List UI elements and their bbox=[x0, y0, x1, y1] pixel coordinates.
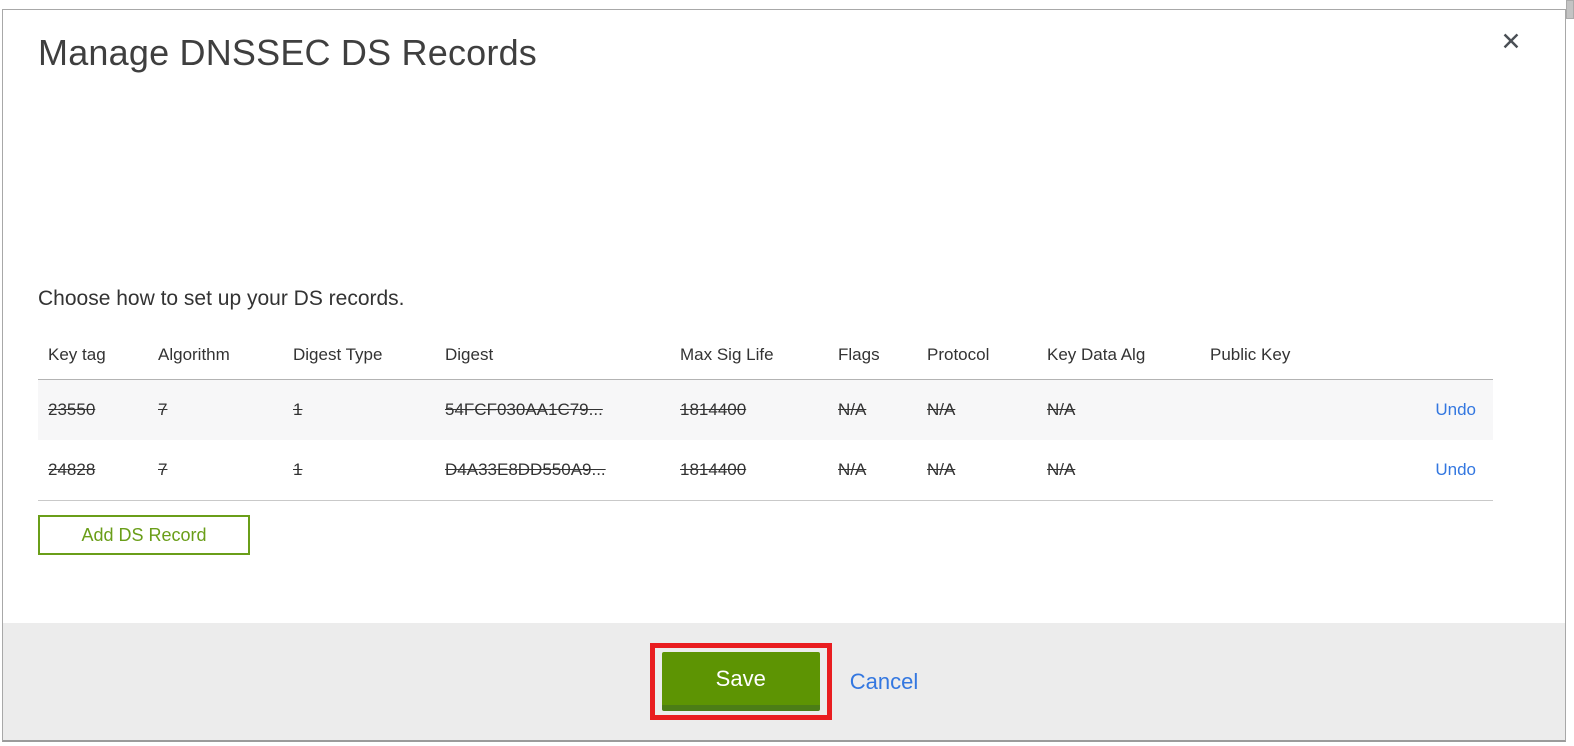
table-cell: N/A bbox=[927, 460, 956, 479]
table-cell: 1 bbox=[293, 400, 303, 419]
column-header: Digest Type bbox=[293, 344, 383, 364]
scrollbar-thumb[interactable] bbox=[1566, 0, 1574, 19]
column-header: Max Sig Life bbox=[680, 344, 774, 364]
add-ds-record-button[interactable]: Add DS Record bbox=[38, 515, 250, 555]
table-cell-action: Undo bbox=[1380, 460, 1493, 480]
table-cell: 7 bbox=[158, 460, 168, 479]
background-page-sliver bbox=[1567, 0, 1574, 746]
close-icon[interactable]: ✕ bbox=[1497, 28, 1525, 56]
table-cell: N/A bbox=[927, 400, 956, 419]
table-cell: N/A bbox=[838, 400, 867, 419]
table-row: 24828 7 1 D4A33E8DD550A9... 1814400 N/A N/A N/A… bbox=[38, 440, 1493, 500]
table-cell: 54FCF030AA1C79... bbox=[445, 400, 603, 419]
table-cell: 1814400 bbox=[680, 400, 747, 419]
instruction-text: Choose how to set up your DS records. bbox=[38, 287, 405, 310]
column-header: Key tag bbox=[48, 344, 106, 364]
table-cell-action: Undo bbox=[1380, 400, 1493, 420]
annotation-highlight-box: Save bbox=[649, 643, 832, 720]
column-header: Public Key bbox=[1210, 344, 1291, 364]
table-cell: N/A bbox=[1047, 460, 1076, 479]
table-cell: 1814400 bbox=[680, 460, 747, 479]
undo-link[interactable]: Undo bbox=[1435, 460, 1476, 479]
table-row: 23550 7 1 54FCF030AA1C79... 1814400 N/A N/A N/A… bbox=[38, 380, 1493, 440]
table-cell: N/A bbox=[838, 460, 867, 479]
table-cell: N/A bbox=[1047, 400, 1076, 419]
column-header: Algorithm bbox=[158, 344, 230, 364]
column-header: Flags bbox=[838, 344, 880, 364]
redacted-domain-name bbox=[38, 223, 390, 265]
column-header: Digest bbox=[445, 344, 494, 364]
table-cell: 1 bbox=[293, 460, 303, 479]
table-body: 23550 7 1 54FCF030AA1C79... 1814400 N/A N/A N/A… bbox=[38, 379, 1493, 501]
column-header: Protocol bbox=[927, 344, 990, 364]
table-cell: 7 bbox=[158, 400, 168, 419]
dialog-footer: Save Cancel bbox=[3, 623, 1565, 740]
table-header: Key tag Algorithm Digest Type Digest Max Sig… bbox=[38, 330, 1493, 379]
ds-records-table: Key tag Algorithm Digest Type Digest Max Sig… bbox=[38, 330, 1493, 501]
manage-dnssec-dialog: Manage DNSSEC DS Records ✕ Choose how to… bbox=[2, 9, 1566, 742]
page-title: Manage DNSSEC DS Records bbox=[38, 32, 537, 73]
table-cell: D4A33E8DD550A9... bbox=[445, 460, 606, 479]
column-header: Key Data Alg bbox=[1047, 344, 1146, 364]
cancel-link[interactable]: Cancel bbox=[850, 669, 918, 695]
table-cell: 23550 bbox=[48, 400, 96, 419]
undo-link[interactable]: Undo bbox=[1435, 400, 1476, 419]
table-cell: 24828 bbox=[48, 460, 96, 479]
save-button[interactable]: Save bbox=[661, 652, 820, 711]
